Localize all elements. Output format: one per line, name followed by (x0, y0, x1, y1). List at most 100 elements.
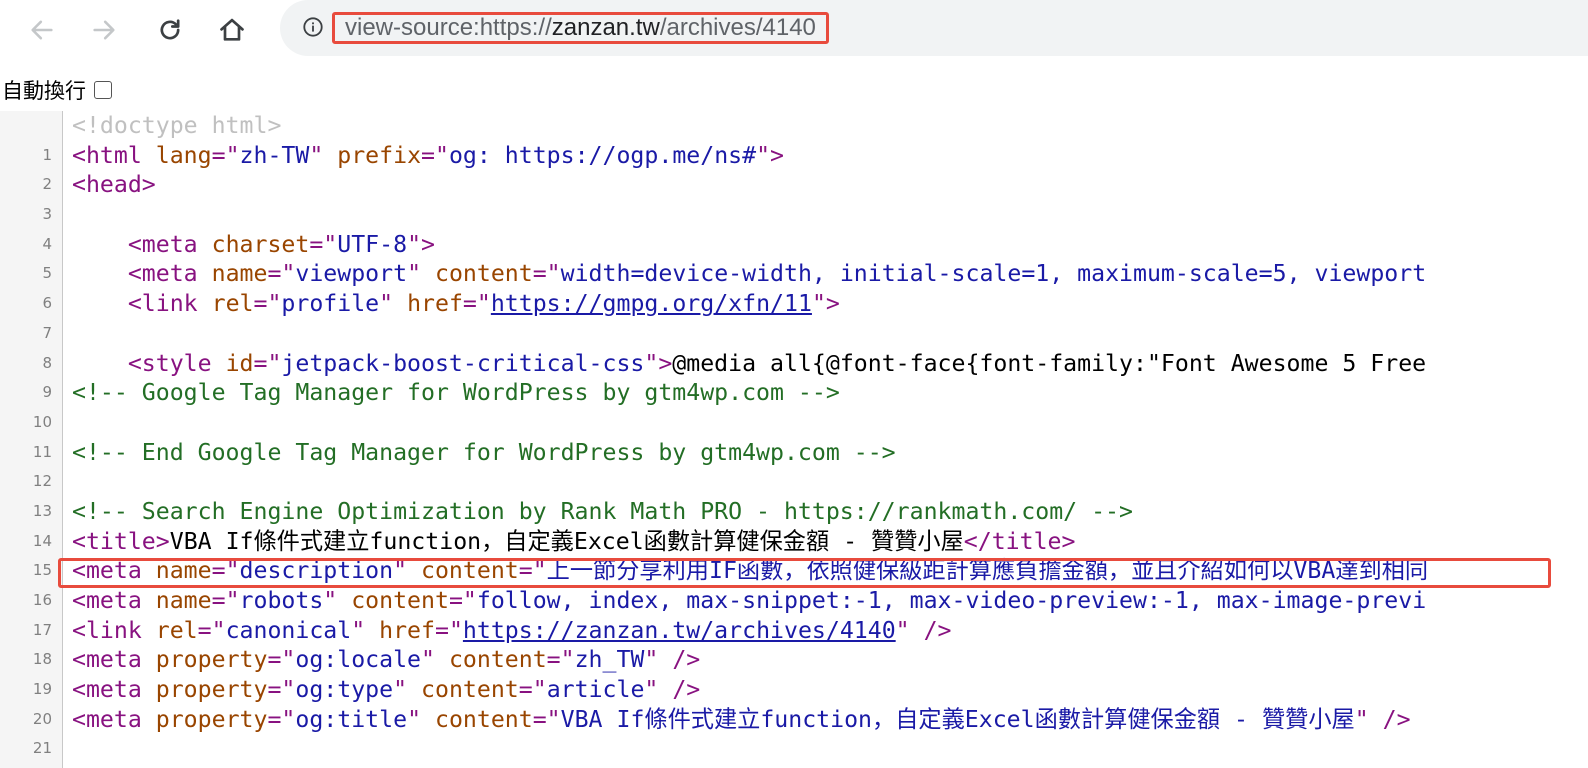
attr-value: og: https://ogp.me/ns# (448, 141, 757, 169)
attr-name: rel (211, 290, 254, 318)
code-text: <link rel="profile" href="https://gmpg.o… (72, 289, 840, 319)
attr-eq: =" (518, 557, 547, 585)
attr-value: zh-TW (239, 141, 310, 169)
source-line: 11 (0, 408, 1588, 461)
address-bar[interactable]: view-source:https://zanzan.tw/archives/4… (280, 0, 1588, 56)
code-text: <meta name="viewport" content="width=dev… (72, 259, 1426, 289)
tag-open: <meta (72, 587, 156, 614)
line-number: 21 (32, 739, 52, 758)
attr-sep: " (309, 141, 338, 169)
attr-eq: =" (211, 557, 240, 585)
source-line: 16 <meta name="description" content="上一節… (0, 556, 1588, 609)
tag-close: "> (644, 349, 673, 377)
attr-name: charset (211, 230, 310, 258)
attr-eq: =" (309, 230, 338, 258)
source-line: 14 <!-- Search Engine Optimization by Ra… (0, 497, 1588, 550)
attr-name: rel (155, 616, 198, 644)
source-line: 20 <meta property="og:type" content="art… (0, 675, 1588, 728)
source-line: 10 <!-- Google Tag Manager for WordPress… (0, 378, 1588, 431)
code-text: <meta property="og:title" content="VBA I… (72, 705, 1411, 735)
attr-sep: " (407, 260, 435, 288)
source-line: 17 <meta name="robots" content="follow, … (0, 586, 1588, 639)
attr-name: name (211, 260, 268, 288)
home-icon (220, 18, 244, 41)
tag-close: " /> (644, 676, 701, 704)
source-link[interactable]: https://gmpg.org/xfn/11 (491, 290, 812, 317)
back-button[interactable] (22, 10, 62, 50)
tag-open: <meta (72, 557, 156, 585)
attr-value: follow, index, max-snippet:-1, max-video… (476, 587, 1427, 614)
line-wrap-toggle[interactable]: 自動換行 (0, 70, 112, 110)
attr-value: description (239, 557, 394, 585)
home-button[interactable] (212, 10, 252, 50)
source-line: 8 (0, 319, 1588, 372)
attr-name: content (421, 676, 519, 704)
attr-name: content (434, 260, 533, 288)
title-text: VBA If條件式建立function，自定義Excel函數計算健保金額 - 贊… (169, 527, 964, 555)
source-view: 1 <!doctype html> 2 <html lang="zh-TW" p… (0, 111, 1588, 768)
html-comment: <!-- Google Tag Manager for WordPress by… (72, 379, 840, 407)
attr-eq: =" (253, 349, 282, 377)
attr-name: href (379, 616, 435, 644)
source-line: 6 <meta name="viewport" content="width=d… (0, 259, 1588, 312)
line-wrap-label: 自動換行 (2, 79, 86, 103)
tag-close: </title> (963, 527, 1076, 555)
attr-sep: " (323, 587, 352, 614)
attr-eq: =" (197, 616, 226, 644)
html-comment: <!-- End Google Tag Manager for WordPres… (72, 438, 896, 466)
tag-open: <meta (72, 676, 156, 704)
source-line: 13 (0, 467, 1588, 520)
attr-eq: =" (448, 587, 477, 614)
attr-eq: =" (434, 616, 463, 644)
source-line: 9 <style id="jetpack-boost-critical-css"… (0, 349, 1588, 402)
attr-eq: =" (267, 646, 296, 674)
url-text[interactable]: view-source:https://zanzan.tw/archives/4… (332, 12, 829, 44)
tag-close: "> (811, 290, 840, 318)
attr-value: og:title (295, 705, 408, 733)
tag-close: " /> (895, 616, 952, 644)
forward-button[interactable] (84, 10, 124, 50)
tag-open: <title> (72, 527, 170, 555)
info-icon[interactable] (302, 16, 324, 38)
attr-value: VBA If條件式建立function，自定義Excel函數計算健保金額 - 贊… (560, 705, 1355, 733)
attr-name: property (155, 646, 268, 674)
doctype: <!doctype html> (72, 112, 282, 139)
tag-open: <meta (72, 260, 212, 288)
attr-value: article (546, 676, 645, 704)
source-link[interactable]: https://zanzan.tw/archives/4140 (463, 617, 896, 644)
code-text: <meta property="og:type" content="articl… (72, 675, 700, 705)
reload-button[interactable] (150, 10, 190, 50)
tag-open: <meta (72, 646, 156, 674)
source-line: 7 <link rel="profile" href="https://gmpg… (0, 289, 1588, 342)
attr-name: prefix (337, 141, 422, 169)
html-comment: <!-- Search Engine Optimization by Rank … (72, 497, 1133, 525)
attr-value: 上一節分享利用IF函數，依照健保級距計算應負擔金額，並且介紹如何以VBA達到相同 (546, 557, 1429, 585)
line-wrap-checkbox[interactable] (94, 81, 112, 99)
arrow-left-icon (31, 20, 53, 40)
source-line: 19 <meta property="og:locale" content="z… (0, 645, 1588, 698)
attr-value: canonical (225, 616, 352, 644)
attr-name: content (448, 646, 547, 674)
source-line: 2 <html lang="zh-TW" prefix="og: https:/… (0, 141, 1588, 194)
attr-sep: " (407, 705, 435, 733)
tag-close: " /> (1354, 705, 1411, 733)
source-line: 3 <head> (0, 170, 1588, 223)
attr-eq: =" (211, 141, 240, 169)
tag-close: "> (407, 230, 435, 258)
attr-value: jetpack-boost-critical-css (281, 349, 645, 377)
attr-value: zh_TW (574, 646, 645, 674)
source-line: 5 <meta charset="UTF-8"> (0, 230, 1588, 283)
attr-sep: " (393, 557, 422, 585)
tag-open: <style (72, 349, 226, 377)
attr-name: href (407, 290, 463, 318)
code-text: <style id="jetpack-boost-critical-css">@… (72, 349, 1426, 379)
tag-open: <meta (72, 705, 156, 733)
attr-eq: =" (462, 290, 491, 318)
reload-icon (160, 19, 180, 40)
attr-value: og:type (295, 676, 394, 704)
tag-open: <head> (72, 171, 156, 199)
tag-open: <link (72, 616, 156, 644)
source-line: 4 (0, 200, 1588, 253)
attr-eq: =" (421, 141, 449, 169)
attr-eq: =" (267, 260, 296, 288)
